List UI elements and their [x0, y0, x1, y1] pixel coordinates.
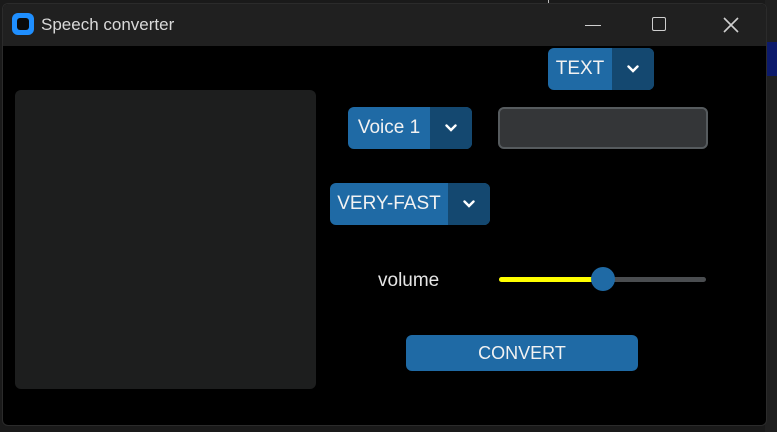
app-icon	[12, 13, 34, 35]
speed-dropdown-value: VERY-FAST	[337, 193, 441, 214]
volume-slider-handle[interactable]	[590, 267, 615, 291]
volume-slider[interactable]	[499, 267, 706, 293]
mode-dropdown-arrow[interactable]	[612, 48, 654, 90]
close-icon	[723, 17, 739, 33]
convert-button[interactable]: CONVERT	[406, 335, 638, 371]
voice-dropdown-value: Voice 1	[357, 117, 421, 138]
minimize-button[interactable]	[570, 4, 616, 46]
mode-dropdown[interactable]: TEXT	[548, 48, 654, 90]
maximize-button[interactable]	[636, 4, 682, 46]
chevron-down-icon	[463, 200, 475, 208]
voice-dropdown[interactable]: Voice 1	[348, 107, 472, 149]
close-button[interactable]	[708, 4, 754, 46]
text-input[interactable]	[498, 107, 708, 149]
window-title: Speech converter	[41, 15, 175, 34]
maximize-icon	[652, 17, 666, 31]
minimize-icon	[585, 25, 601, 26]
chevron-down-icon	[627, 65, 639, 73]
volume-slider-progress	[499, 277, 603, 282]
volume-label: volume	[378, 270, 440, 291]
speed-dropdown[interactable]: VERY-FAST	[330, 183, 490, 225]
speed-dropdown-arrow[interactable]	[448, 183, 490, 225]
output-panel	[15, 90, 316, 389]
title-bar[interactable]: Speech converter	[3, 4, 766, 46]
mode-dropdown-value: TEXT	[555, 58, 605, 79]
app-window: Speech converter TEXT Voice 1 VERY-FAST	[2, 3, 767, 426]
voice-dropdown-arrow[interactable]	[430, 107, 472, 149]
chevron-down-icon	[445, 124, 457, 132]
